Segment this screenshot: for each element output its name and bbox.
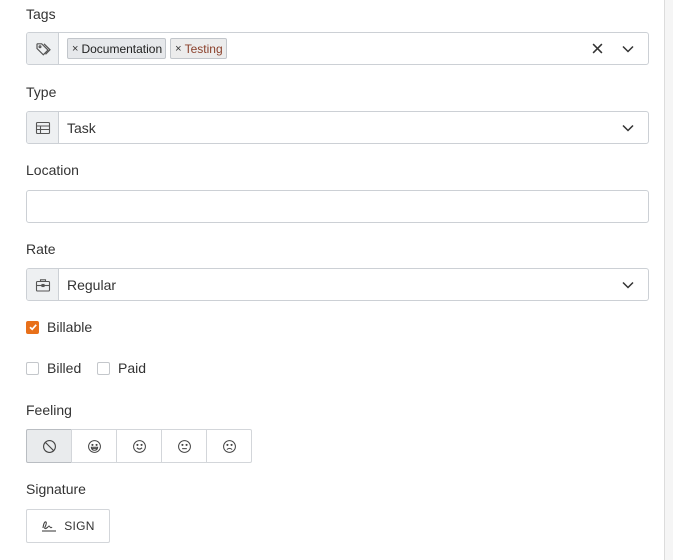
tag-text: Testing	[184, 41, 223, 56]
clear-icon[interactable]	[586, 33, 608, 64]
form-panel: Tags × Documentation × Testing Type Task…	[0, 0, 665, 560]
checkbox-icon[interactable]	[97, 361, 110, 375]
chevron-down-icon[interactable]	[608, 33, 648, 64]
tags-label: Tags	[26, 6, 56, 22]
feeling-label: Feeling	[26, 402, 72, 418]
tag-remove-icon[interactable]: ×	[175, 43, 181, 55]
feeling-button-group	[26, 429, 252, 463]
briefcase-icon	[27, 269, 59, 300]
billed-label: Billed	[47, 360, 82, 376]
rate-label: Rate	[26, 241, 56, 257]
tag-icon	[27, 33, 59, 64]
type-label: Type	[26, 84, 57, 100]
sad-icon[interactable]	[206, 429, 252, 463]
paid-label: Paid	[118, 360, 147, 376]
grin-icon[interactable]	[71, 429, 117, 463]
tags-list: × Documentation × Testing	[59, 38, 586, 59]
checkbox-checked-icon[interactable]	[26, 320, 39, 334]
signature-label: Signature	[26, 481, 86, 497]
type-select[interactable]: Task	[26, 111, 649, 144]
tag-chip[interactable]: × Testing	[170, 38, 227, 59]
billable-checkbox[interactable]: Billable	[26, 319, 92, 335]
rate-select[interactable]: Regular	[26, 268, 649, 301]
none-icon[interactable]	[26, 429, 72, 463]
neutral-icon[interactable]	[161, 429, 207, 463]
location-label: Location	[26, 162, 79, 178]
table-icon	[27, 112, 59, 143]
location-input[interactable]	[26, 190, 649, 223]
billable-label: Billable	[47, 319, 93, 335]
paid-checkbox[interactable]: Paid	[97, 360, 146, 376]
tag-chip[interactable]: × Documentation	[67, 38, 167, 59]
signature-icon	[42, 521, 57, 532]
sign-button[interactable]: SIGN	[26, 509, 110, 543]
checkbox-icon[interactable]	[26, 361, 39, 375]
billed-checkbox[interactable]: Billed	[26, 360, 81, 376]
tags-field[interactable]: × Documentation × Testing	[26, 32, 649, 65]
smile-icon[interactable]	[116, 429, 162, 463]
sign-button-label: SIGN	[64, 519, 95, 533]
chevron-down-icon[interactable]	[608, 112, 648, 143]
chevron-down-icon[interactable]	[608, 269, 648, 300]
tag-remove-icon[interactable]: ×	[72, 43, 78, 55]
tag-text: Documentation	[81, 41, 163, 56]
rate-value: Regular	[67, 276, 117, 293]
type-value: Task	[67, 119, 96, 136]
